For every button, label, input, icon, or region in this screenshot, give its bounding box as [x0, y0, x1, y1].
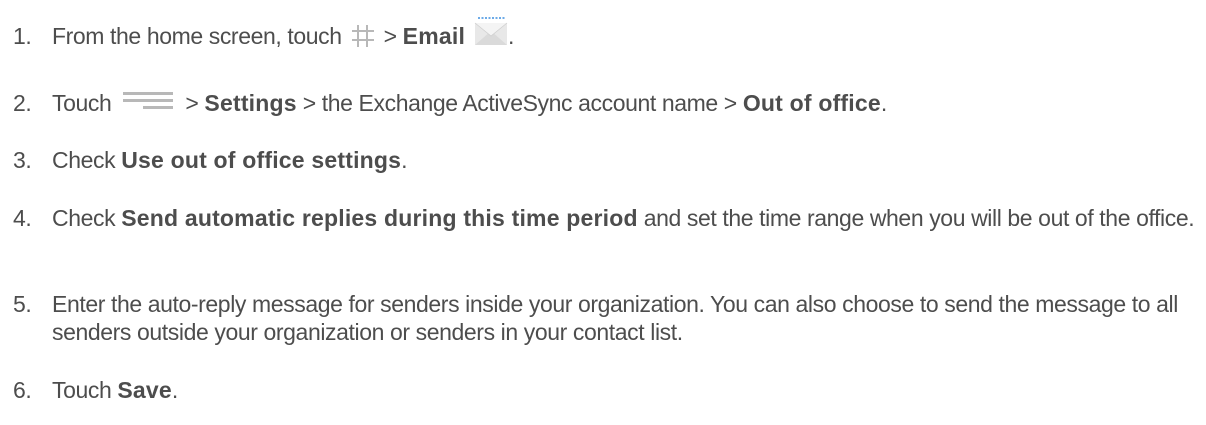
send-automatic-replies-label: Send automatic replies during this time …	[121, 205, 638, 231]
out-of-office-label: Out of office	[742, 90, 881, 116]
step-end: .	[401, 147, 408, 173]
step-5: 5. Enter the auto-reply message for send…	[13, 290, 1196, 346]
step-number: 5.	[13, 291, 32, 317]
email-label: Email	[402, 23, 466, 49]
step-text: Check Send automatic replies during this…	[52, 204, 1196, 232]
step-number: 4.	[13, 205, 32, 231]
use-out-of-office-settings-label: Use out of office settings	[121, 147, 402, 173]
step-text-part: and set the time range when you will be …	[643, 205, 1195, 231]
apps-grid-icon	[351, 24, 374, 47]
save-label: Save	[117, 377, 172, 403]
step-3: 3. Check Use out of office settings.	[13, 146, 1196, 174]
step-text-part: Check	[52, 147, 116, 173]
step-separator: >	[185, 90, 199, 116]
step-text: Enter the auto-reply message for senders…	[52, 291, 1178, 345]
step-text: Check Use out of office settings.	[52, 146, 1196, 174]
step-text-part: > the Exchange ActiveSync account name >	[302, 90, 737, 116]
step-text-part: From the home screen, touch	[52, 23, 342, 49]
step-text-part: Touch	[52, 90, 112, 116]
menu-icon	[123, 91, 174, 109]
step-text-part: Touch	[52, 377, 112, 403]
step-text: Touch Save.	[52, 376, 1196, 404]
step-text: From the home screen, touch > Email .	[52, 17, 1196, 50]
step-number: 2.	[13, 90, 32, 116]
step-separator: >	[383, 23, 397, 49]
step-end: .	[880, 90, 887, 116]
settings-label: Settings	[204, 90, 297, 116]
step-4: 4. Check Send automatic replies during t…	[13, 204, 1196, 232]
step-text-part: Check	[52, 205, 116, 231]
step-number: 1.	[13, 23, 32, 49]
step-text: Touch > Settings > the Exchange ActiveSy…	[52, 89, 1196, 117]
step-number: 6.	[13, 377, 32, 403]
step-end: .	[508, 23, 515, 49]
step-end: .	[171, 377, 178, 403]
step-2: 2. Touch > Settings > the Exchange Activ…	[13, 89, 1196, 117]
step-1: 1. From the home screen, touch > Email .	[13, 17, 1196, 50]
instructions-page: { "steps": [ { "number": "1.", "text_a":…	[0, 0, 1206, 425]
email-envelope-icon	[474, 17, 508, 45]
step-number: 3.	[13, 147, 32, 173]
step-6: 6. Touch Save.	[13, 376, 1196, 404]
